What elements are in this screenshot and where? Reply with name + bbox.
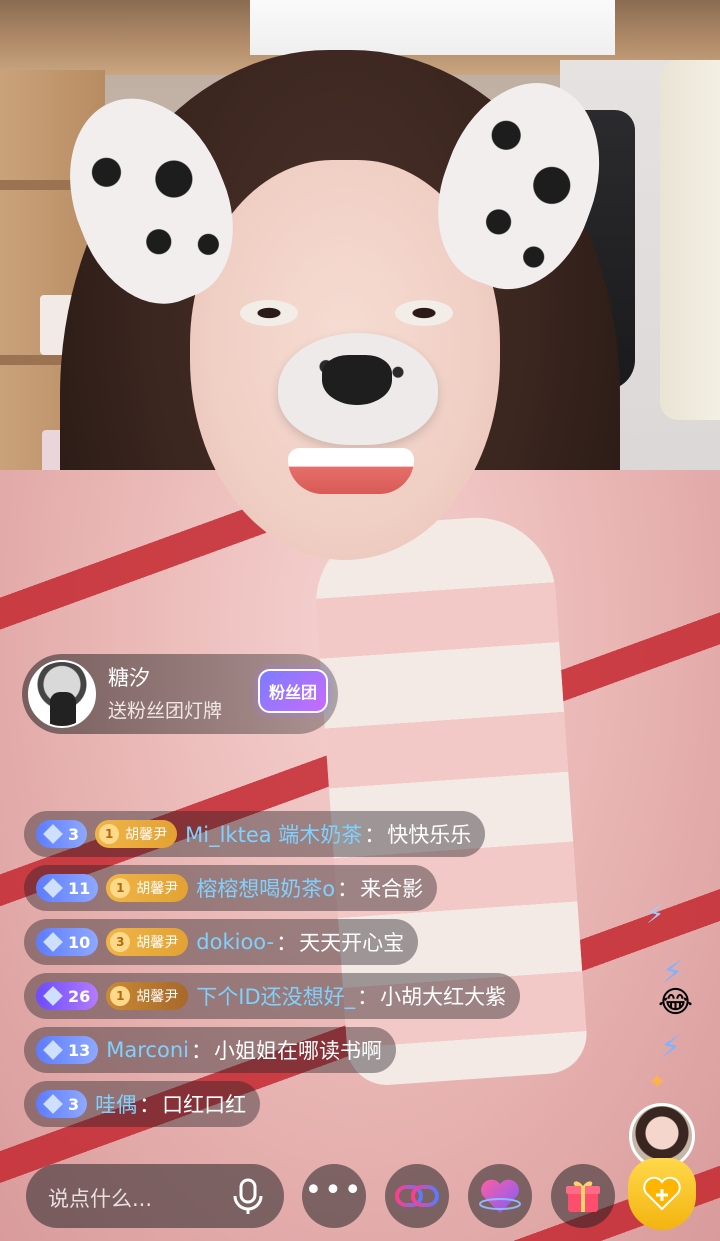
chat-text: 快快乐乐 [387,823,472,847]
link-mic-button[interactable] [385,1164,449,1228]
diamond-icon [43,824,63,844]
chat-separator: ： [337,877,359,901]
chat-text: 小胡大红大紫 [380,985,507,1009]
ceiling-light [250,0,615,55]
chat-separator: ： [357,985,379,1009]
chat-username[interactable]: Marconi [106,1038,189,1062]
avatar[interactable] [28,660,96,728]
fan-club-tag: 3 胡馨尹 [106,928,189,956]
chat-username[interactable]: dokioo- [196,930,274,954]
chat-username[interactable]: Mi_lktea 端木奶茶 [185,819,362,849]
fan-club-tag: 1 胡馨尹 [106,982,189,1010]
heart-level-icon: 3 [110,932,131,952]
chat-separator: ： [190,1039,212,1063]
diamond-icon [43,1040,63,1060]
laughing-emoji-icon: 😂 [658,985,694,1020]
diamond-icon [43,1094,63,1114]
chat-message[interactable]: 13 Marconi ： 小姐姐在哪读书啊 [24,1027,396,1073]
live-stream-view: 糖汐 送粉丝团灯牌 粉丝团 3 1 胡馨尹 Mi_lktea 端木奶茶 ： 快快乐… [0,0,720,1241]
chat-text: 口红口红 [162,1093,247,1117]
fan-club-badge[interactable]: 粉丝团 [258,669,328,713]
chat-message[interactable]: 10 3 胡馨尹 dokioo- ： 天天开心宝 [24,919,419,965]
notification-user-name: 糖汐 [108,666,150,690]
more-icon: ••• [304,1173,364,1208]
hanging-coat [660,60,720,420]
dog-nose-filter [322,355,392,405]
notification-action: 送粉丝团灯牌 [108,700,223,722]
user-level-badge: 11 [36,874,99,902]
chat-separator: ： [139,1093,161,1117]
user-level-badge: 26 [36,982,99,1010]
user-level-badge: 10 [36,928,99,956]
chat-separator: ： [276,931,298,955]
eye-left [240,300,298,326]
heart-level-icon: 1 [110,986,131,1006]
user-level-badge: 3 [36,1090,88,1118]
like-button[interactable] [468,1164,532,1228]
bolt-icon: ⚡ [646,900,665,930]
fan-club-tag: 1 胡馨尹 [106,874,189,902]
chat-message[interactable]: 3 1 胡馨尹 Mi_lktea 端木奶茶 ： 快快乐乐 [24,811,486,857]
sparkle-icon: ✦ [648,1070,667,1095]
chat-username[interactable]: 哇偶 [95,1089,137,1119]
diamond-icon [43,932,63,952]
link-mic-icon [395,1185,439,1207]
fan-club-button[interactable] [628,1158,696,1230]
chat-username[interactable]: 榕榕想喝奶茶o [196,873,335,903]
chat-username[interactable]: 下个ID还没想好_ [196,981,355,1011]
more-button[interactable]: ••• [302,1164,366,1228]
heart-icon [479,1179,521,1213]
fan-club-icon [643,1176,681,1211]
chat-text: 小姐姐在哪读书啊 [213,1039,382,1063]
gift-icon [566,1181,600,1212]
chat-separator: ： [364,823,386,847]
eye-right [395,300,453,326]
chat-message[interactable]: 26 1 胡馨尹 下个ID还没想好_ ： 小胡大红大紫 [24,973,521,1019]
fan-club-tag: 1 胡馨尹 [95,820,178,848]
diamond-icon [43,878,63,898]
gift-button[interactable] [551,1164,615,1228]
user-level-badge: 13 [36,1036,99,1064]
chat-text: 天天开心宝 [299,931,405,955]
chat-message[interactable]: 3 哇偶 ： 口红口红 [24,1081,261,1127]
chat-message[interactable]: 11 1 胡馨尹 榕榕想喝奶茶o ： 来合影 [24,865,438,911]
user-level-badge: 3 [36,820,88,848]
heart-level-icon: 1 [110,878,131,898]
diamond-icon [43,986,63,1006]
heart-level-icon: 1 [99,824,120,844]
chat-text: 来合影 [360,877,424,901]
bolt-icon: ⚡ [660,1030,682,1065]
mic-icon[interactable] [228,1176,268,1216]
comment-placeholder: 说点什么... [48,1187,153,1211]
mouth [288,448,414,494]
